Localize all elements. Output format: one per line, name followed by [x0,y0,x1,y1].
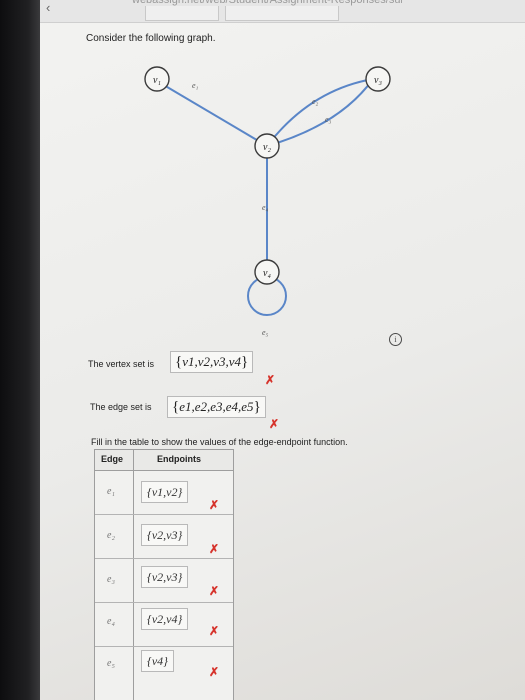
toolbar-tab[interactable] [225,6,339,21]
browser-toolbar: ‹ webassign.net/web/Student/Assignment-R… [40,0,525,23]
edge-name-e4: e₄ [107,616,115,627]
edge-label-e3: e₃ [325,115,332,124]
vertex-set-label: The vertex set is [88,359,155,369]
edge-name-e1: e₁ [107,486,115,497]
edge-label-e2: e₂ [312,97,319,106]
row-divider [95,646,233,647]
svg-text:v₃: v₃ [374,75,382,86]
edge-set-input[interactable]: {e1,e2,e3,e4,e5} [167,396,266,418]
endpoint-input-e1[interactable]: {v1,v2} [141,481,189,503]
back-arrow-icon[interactable]: ‹ [46,0,50,15]
vertex-v1: v₁ [144,66,170,92]
x-mark-icon: ✗ [209,665,220,679]
row-divider [95,514,233,515]
vertex-v2: v₂ [254,133,280,159]
edge-e2 [266,78,374,147]
edge-endpoint-table: Edge Endpoints e₁ {v1,v2} e₂ {v2,v3} e₃ … [94,449,234,700]
edge-label-e5: e₅ [262,328,269,337]
column-header-edge: Edge [101,454,124,464]
table-instruction: Fill in the table to show the values of … [91,437,348,447]
x-mark-icon: ✗ [209,624,220,638]
edge-name-e3: e₃ [107,574,115,585]
vertex-v4: v₄ [254,259,280,285]
edge-label-e4: e₄ [262,203,269,212]
info-icon[interactable]: i [389,333,402,346]
edge-label-e1: e₁ [192,81,199,90]
monitor-bezel [0,0,40,700]
endpoint-input-e2[interactable]: {v2,v3} [141,524,189,546]
endpoint-input-e4[interactable]: {v2,v4} [141,608,189,630]
endpoint-input-e5[interactable]: {v4} [141,650,174,672]
vertex-set-input[interactable]: {v1,v2,v3,v4} [170,351,254,373]
endpoint-input-e3[interactable]: {v2,v3} [141,566,189,588]
edge-set-label: The edge set is [90,402,152,412]
x-mark-icon: ✗ [209,542,220,556]
question-prompt: Consider the following graph. [86,33,216,44]
edge-e3 [266,78,374,147]
column-divider [133,450,134,700]
browser-content: ‹ webassign.net/web/Student/Assignment-R… [40,0,525,700]
svg-text:v₁: v₁ [153,75,161,86]
row-divider [95,602,233,603]
edge-e1 [156,80,268,147]
x-mark-icon: ✗ [209,498,220,512]
column-header-endpoints: Endpoints [157,454,201,464]
graph-figure: v₁ v₃ v₂ v₄ e₁ e₂ e₃ e₄ e₅ [144,66,391,337]
x-mark-icon: ✗ [209,584,220,598]
svg-text:v₄: v₄ [263,268,271,279]
vertex-v3: v₃ [365,66,391,92]
x-mark-icon: ✗ [265,373,276,387]
x-mark-icon: ✗ [269,417,280,431]
edge-name-e5: e₅ [107,658,115,669]
toolbar-tab[interactable] [145,6,219,21]
edge-name-e2: e₂ [107,530,115,541]
table-header: Edge Endpoints [95,450,233,471]
row-divider [95,558,233,559]
svg-text:v₂: v₂ [263,142,271,153]
